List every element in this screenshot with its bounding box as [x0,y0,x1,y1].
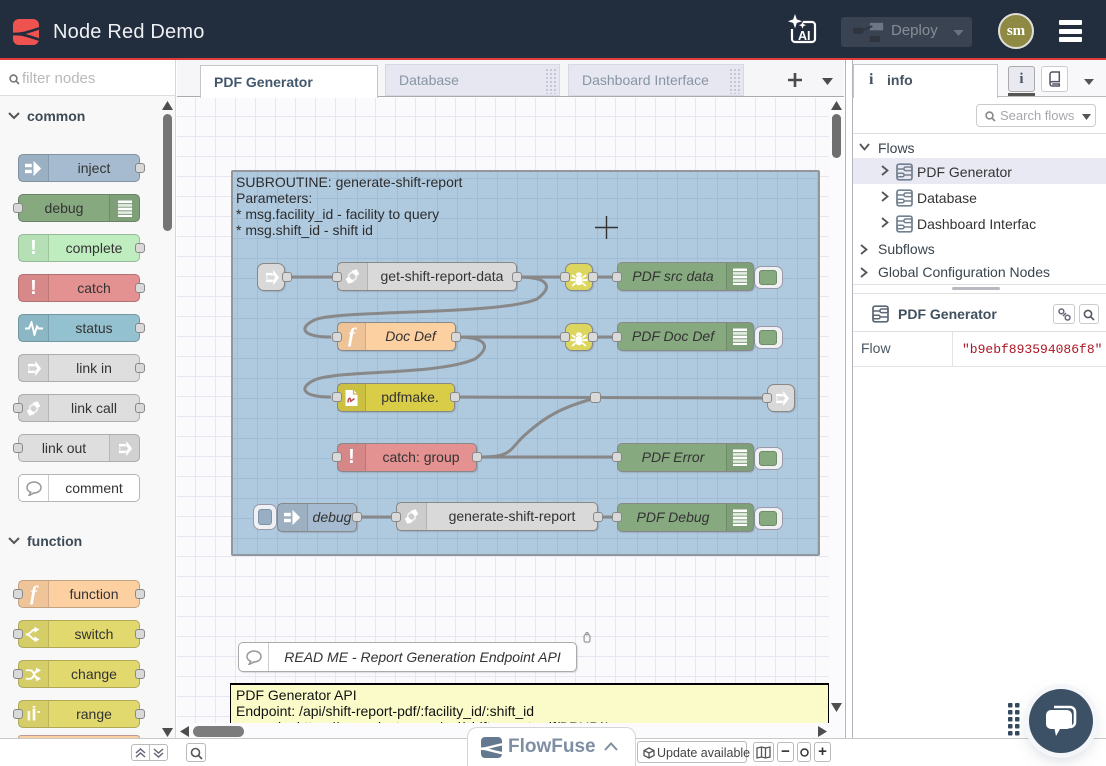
svg-text:AI: AI [798,29,811,43]
